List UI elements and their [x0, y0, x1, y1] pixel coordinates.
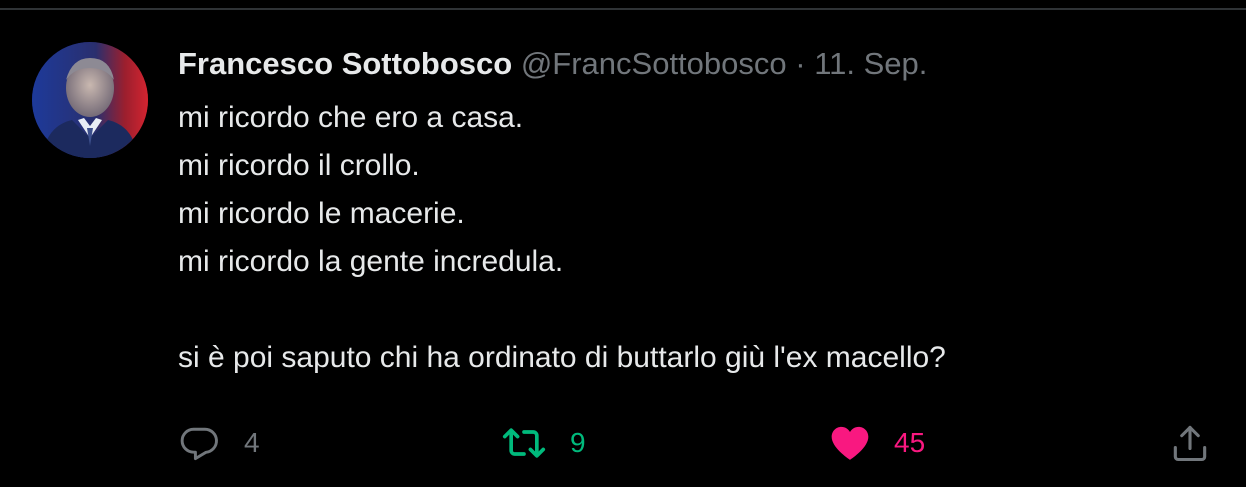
tweet-text-line: mi ricordo la gente incredula. — [178, 245, 564, 278]
share-icon — [1168, 421, 1212, 465]
tweet-text-line: mi ricordo il crollo. — [178, 149, 420, 182]
reply-count: 4 — [244, 427, 260, 458]
top-divider — [0, 0, 1246, 10]
retweet-button[interactable]: 9 — [500, 420, 586, 466]
tweet-header: Francesco Sottobosco @FrancSottobosco · … — [178, 44, 1218, 84]
tweet-date[interactable]: 11. Sep. — [814, 46, 927, 81]
tweet-text-line: mi ricordo che ero a casa. — [178, 101, 524, 134]
retweet-icon — [500, 421, 548, 465]
tweet-text-line: si è poi saputo chi ha ordinato di butta… — [178, 341, 946, 374]
user-handle[interactable]: @FrancSottobosco — [521, 46, 787, 81]
like-count: 45 — [894, 427, 926, 458]
avatar[interactable] — [32, 42, 148, 158]
share-button[interactable] — [1168, 420, 1212, 466]
display-name[interactable]: Francesco Sottobosco — [178, 46, 512, 81]
retweet-count: 9 — [570, 427, 586, 458]
tweet-text: mi ricordo che ero a casa. mi ricordo il… — [178, 94, 1218, 382]
tweet[interactable]: Francesco Sottobosco @FrancSottobosco · … — [0, 10, 1246, 487]
avatar-portrait — [32, 42, 148, 158]
reply-button[interactable]: 4 — [178, 420, 260, 466]
tweet-actions: 4 9 45 — [178, 420, 1218, 466]
reply-icon — [178, 421, 222, 465]
like-button[interactable]: 45 — [828, 420, 925, 466]
tweet-body: Francesco Sottobosco @FrancSottobosco · … — [178, 44, 1218, 382]
heart-icon — [828, 421, 872, 465]
tweet-text-line: mi ricordo le macerie. — [178, 197, 465, 230]
header-separator: · — [795, 46, 806, 81]
